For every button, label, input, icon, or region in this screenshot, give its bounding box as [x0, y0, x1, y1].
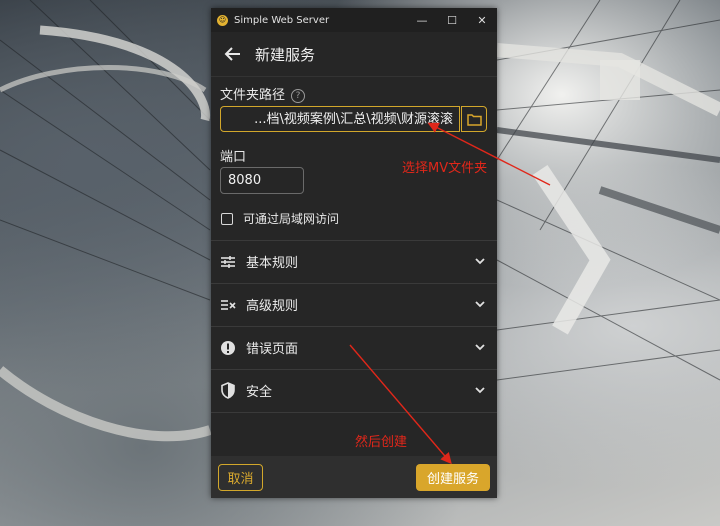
- error-icon: [219, 339, 237, 357]
- app-logo-icon: ☺: [217, 14, 228, 26]
- section-divider: [211, 412, 497, 413]
- maximize-button[interactable]: ☐: [437, 8, 467, 32]
- footer-bar: 取消 创建服务: [211, 456, 497, 498]
- minimize-button[interactable]: —: [407, 8, 437, 32]
- page-title: 新建服务: [255, 45, 316, 64]
- advanced-rules-icon: [219, 296, 237, 314]
- sliders-icon: [219, 253, 237, 271]
- annotation-select-folder: 选择MV文件夹: [402, 161, 488, 176]
- app-window: ☺ Simple Web Server — ☐ ✕ 新建服务 文件夹路径? ..…: [211, 8, 497, 498]
- section-error-pages[interactable]: 错误页面: [211, 326, 497, 368]
- section-basic-rules-label: 基本规则: [246, 256, 299, 271]
- chevron-down-icon: [475, 344, 485, 351]
- folder-path-value: ...档\视频案例\汇总\视频\财源滚滚: [254, 112, 453, 127]
- title-bar: ☺ Simple Web Server — ☐ ✕: [211, 8, 497, 32]
- section-advanced-rules-label: 高级规则: [246, 299, 299, 314]
- section-advanced-rules[interactable]: 高级规则: [211, 283, 497, 325]
- back-button[interactable]: [221, 42, 245, 66]
- section-basic-rules[interactable]: 基本规则: [211, 240, 497, 282]
- annotation-then-create: 然后创建: [355, 435, 408, 450]
- section-error-pages-label: 错误页面: [246, 342, 299, 357]
- shield-icon: [219, 382, 237, 400]
- close-button[interactable]: ✕: [467, 8, 497, 32]
- lan-access-row[interactable]: 可通过局域网访问: [221, 210, 339, 227]
- cancel-button[interactable]: 取消: [218, 464, 263, 491]
- chevron-down-icon: [475, 258, 485, 265]
- help-icon[interactable]: ?: [291, 88, 306, 103]
- lan-access-label: 可通过局域网访问: [243, 212, 340, 226]
- page-header: 新建服务: [211, 32, 497, 77]
- section-security-label: 安全: [246, 385, 273, 400]
- chevron-down-icon: [475, 387, 485, 394]
- folder-path-input[interactable]: ...档\视频案例\汇总\视频\财源滚滚: [220, 106, 460, 132]
- folder-path-label-text: 文件夹路径: [220, 88, 286, 103]
- create-service-button[interactable]: 创建服务: [416, 464, 490, 491]
- folder-icon: [466, 113, 482, 126]
- port-input[interactable]: 8080: [220, 167, 304, 194]
- chevron-down-icon: [475, 301, 485, 308]
- arrow-left-icon: [224, 47, 240, 61]
- app-title: Simple Web Server: [234, 14, 330, 26]
- lan-access-checkbox[interactable]: [221, 212, 233, 225]
- folder-path-label: 文件夹路径?: [220, 84, 306, 103]
- browse-folder-button[interactable]: [461, 106, 487, 132]
- section-security[interactable]: 安全: [211, 369, 497, 411]
- port-label: 端口: [220, 150, 247, 165]
